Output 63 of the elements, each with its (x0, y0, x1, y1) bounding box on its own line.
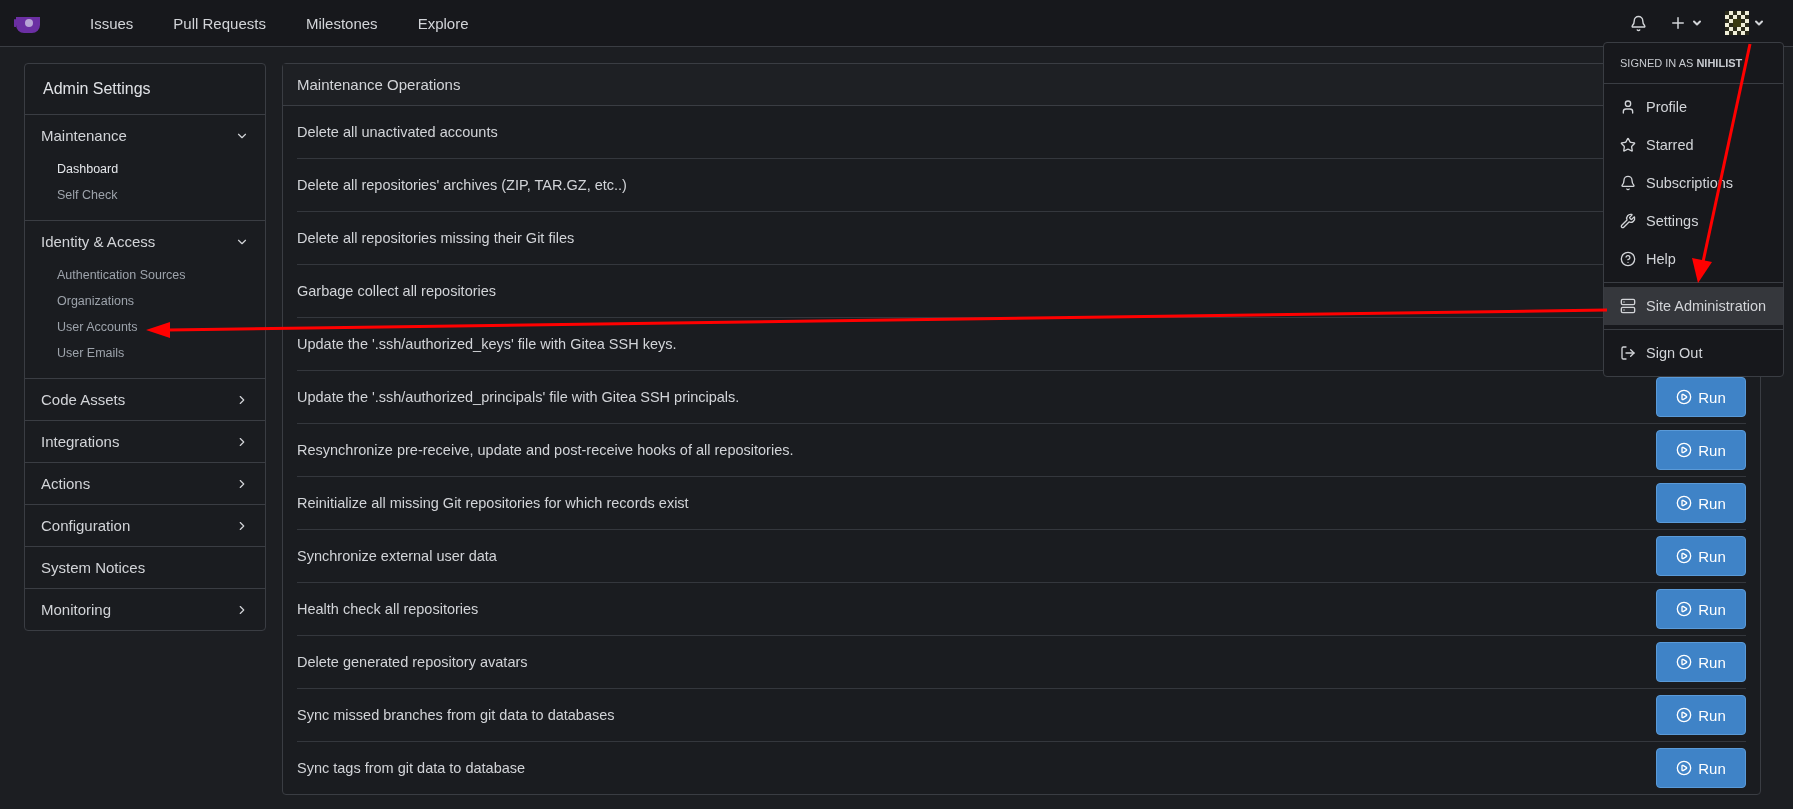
sidebar-item[interactable]: Dashboard (57, 156, 119, 182)
operation-label: Update the '.ssh/authorized_keys' file with Gitea SSH keys. (297, 336, 677, 352)
run-button[interactable]: Run (1656, 536, 1746, 576)
nav-link[interactable]: Pull Requests (153, 14, 286, 32)
sidebar-section[interactable]: Monitoring (25, 589, 265, 630)
operation-label: Garbage collect all repositories (297, 283, 497, 299)
plus-icon[interactable] (1669, 14, 1687, 32)
run-button[interactable]: Run (1656, 483, 1746, 523)
operation-label: Update the '.ssh/authorized_principals' file with Gitea SSH principals. (297, 389, 740, 405)
sidebar-item[interactable]: User Accounts (57, 314, 138, 340)
operation-label: Delete all unactivated accounts (297, 124, 498, 140)
play-icon (1676, 601, 1693, 617)
operation-label: Delete all repositories missing their Git files (297, 230, 575, 246)
play-icon (1676, 548, 1693, 564)
play-icon (1676, 654, 1693, 670)
sidebar-section[interactable]: System Notices (25, 547, 265, 588)
play-icon (1676, 760, 1693, 776)
run-button[interactable]: Run (1656, 748, 1746, 788)
sidebar-item[interactable]: Organizations (57, 288, 135, 314)
sidebar-section[interactable]: Integrations (25, 421, 265, 462)
bell-icon (1620, 175, 1636, 191)
menu-item[interactable]: Starred (1604, 126, 1783, 164)
run-button[interactable]: Run (1656, 642, 1746, 682)
server-icon (1620, 298, 1636, 314)
wrench-icon (1620, 213, 1636, 229)
play-icon (1676, 442, 1693, 458)
nav-link[interactable]: Issues (70, 14, 154, 32)
sidebar-item[interactable]: Self Check (57, 182, 118, 208)
avatar[interactable] (1725, 11, 1749, 35)
play-icon (1676, 389, 1693, 405)
play-icon (1676, 707, 1693, 723)
sign-out-icon (1620, 345, 1636, 361)
operation-label: Delete generated repository avatars (297, 654, 528, 670)
operation-label: Delete all repositories' archives (ZIP, TAR.GZ, etc..) (297, 177, 627, 193)
operation-label: Resynchronize pre-receive, update and post-receive hooks of all repositories. (297, 442, 794, 458)
menu-item[interactable]: Site Administration (1604, 287, 1783, 325)
operation-label: Synchronize external user data (297, 548, 497, 564)
nav-link[interactable]: Explore (397, 14, 489, 32)
sidebar-section[interactable]: Identity & Access (25, 221, 265, 262)
operation-label: Reinitialize all missing Git repositories for which records exist (297, 495, 689, 511)
sidebar-title: Admin Settings (25, 64, 265, 115)
menu-item[interactable]: Settings (1604, 202, 1783, 240)
operation-label: Sync tags from git data to database (297, 760, 526, 776)
sidebar-item[interactable]: User Emails (57, 340, 125, 366)
sidebar-section[interactable]: Actions (25, 463, 265, 504)
nav-link[interactable]: Milestones (285, 14, 398, 32)
run-button[interactable]: Run (1656, 695, 1746, 735)
notifications-icon[interactable] (1630, 14, 1647, 32)
sidebar-section[interactable]: Configuration (25, 505, 265, 546)
star-icon (1620, 137, 1636, 153)
user-icon (1620, 99, 1636, 115)
menu-item[interactable]: Sign Out (1604, 334, 1783, 372)
run-button[interactable]: Run (1656, 430, 1746, 470)
operation-label: Sync missed branches from git data to databases (297, 707, 615, 723)
play-icon (1676, 495, 1693, 511)
sidebar-section[interactable]: Code Assets (25, 379, 265, 420)
help-icon (1620, 251, 1636, 267)
run-button[interactable]: Run (1656, 377, 1746, 417)
sidebar-section[interactable]: Maintenance (25, 115, 265, 156)
sidebar-item[interactable]: Authentication Sources (57, 262, 186, 288)
menu-item[interactable]: Help (1604, 240, 1783, 278)
operation-label: Health check all repositories (297, 601, 479, 617)
run-button[interactable]: Run (1656, 589, 1746, 629)
